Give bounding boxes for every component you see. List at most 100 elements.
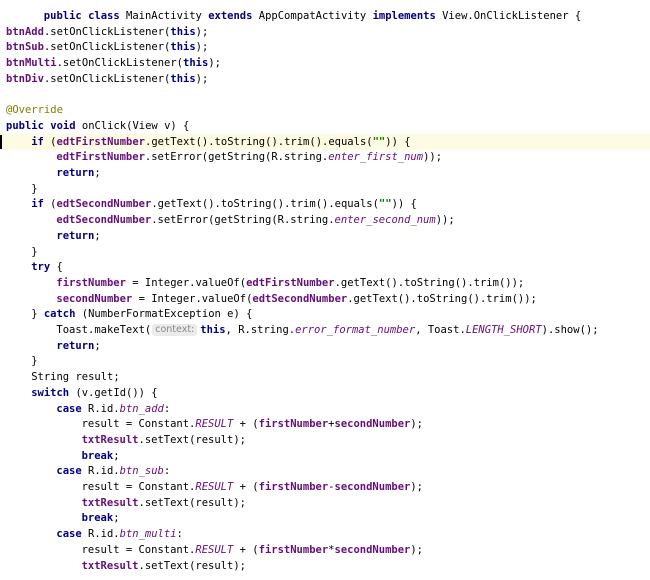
code-token: + ( [233,418,259,431]
code-line-content: btnAdd.setOnClickListener(this); [6,24,208,40]
code-line[interactable]: case R.id.btn_multi: [0,526,650,542]
code-line[interactable]: if (edtFirstNumber.getText().toString().… [0,133,650,150]
code-line[interactable]: result = Constant.RESULT + (firstNumber+… [0,416,650,432]
code-line[interactable]: txtResult.setText(result); [0,432,650,448]
code-token: (NumberFormatException e) { [75,308,253,321]
code-token: = Integer. [125,276,196,289]
code-line[interactable]: } [0,244,650,260]
code-token: secondNumber [334,481,411,493]
code-line[interactable]: if (edtSecondNumber.getText().toString()… [0,196,650,212]
code-line[interactable]: switch (v.getId()) { [0,385,650,401]
code-line[interactable]: btnMulti.setOnClickListener(this); [0,55,650,71]
code-token: txtResult [81,433,139,446]
code-token: void [50,119,76,132]
code-line-content: switch (v.getId()) { [31,385,157,401]
code-line[interactable]: txtResult.setText(result); [0,495,650,511]
code-token: } [31,245,38,258]
code-line[interactable]: @Override [0,102,650,118]
code-line[interactable]: case R.id.btn_sub: [0,463,650,479]
code-token: this [183,57,209,70]
code-token: "" [372,135,386,148]
code-line[interactable]: firstNumber = Integer.valueOf(edtFirstNu… [0,275,650,291]
code-token: extends [208,10,253,22]
code-token: RESULT [195,481,234,493]
code-token: return [56,339,95,352]
code-line[interactable]: btnSub.setOnClickListener(this); [0,39,650,55]
code-line[interactable]: case R.id.btn_add: [0,401,650,417]
code-line[interactable]: String result; [0,369,650,385]
code-line[interactable]: btnDiv.setOnClickListener(this); [0,71,650,87]
code-token: (v.getId()) { [69,386,158,399]
code-line[interactable]: break; [0,510,650,526]
code-token: valueOf [195,276,240,289]
code-token: if [31,198,44,211]
code-token: = Integer. [132,292,202,305]
code-token: secondNumber [56,292,133,305]
code-line-content: public void onClick(View v) { [6,118,189,134]
code-line[interactable]: edtSecondNumber.setError(getString(R.str… [0,212,650,228]
code-line[interactable]: return; [0,228,650,244]
code-token: Toast. [56,324,95,336]
code-token: ; [94,339,101,352]
code-token: case [56,528,82,541]
code-token: valueOf [201,292,247,305]
code-line[interactable]: } catch (NumberFormatException e) { [0,306,650,322]
code-token: result = Constant. [81,418,196,431]
code-line[interactable]: } [0,181,650,197]
code-line[interactable]: result = Constant.RESULT + (firstNumber-… [0,479,650,495]
code-token: edtFirstNumber [246,276,335,289]
code-line[interactable]: return; [0,165,650,181]
code-token: .getText().toString().trim().equals( [151,198,379,211]
code-line-content: if (edtSecondNumber.getText().toString()… [31,196,417,212]
code-token: btnMulti [6,57,57,70]
code-token: btn_add [119,402,164,415]
code-line[interactable]: public class MainActivity extends AppCom… [0,8,650,24]
code-line[interactable]: public void onClick(View v) { [0,118,650,134]
code-token: secondNumber [334,543,411,556]
code-line-content: case R.id.btn_multi: [56,526,182,542]
code-line[interactable]: return; [0,338,650,354]
code-line[interactable] [0,87,650,103]
code-token: break [81,449,114,462]
code-line[interactable]: break; [0,448,650,464]
code-token: RESULT [195,543,234,556]
code-token: ); [410,481,424,493]
code-token: MainActivity [119,10,209,22]
code-line[interactable]: try { [0,259,650,275]
code-token: implements [372,10,436,22]
code-line-content: result = Constant.RESULT + (firstNumber*… [82,542,423,558]
code-token: ); [195,72,209,85]
code-editor[interactable]: public class MainActivity extends AppCom… [0,0,650,580]
code-token: ; [113,512,120,525]
code-token: ; [94,229,101,242]
code-token: )) { [385,135,411,148]
code-token: + ( [233,543,259,556]
code-line[interactable]: } [0,353,650,369]
code-line[interactable]: btnAdd.setOnClickListener(this); [0,24,650,40]
code-token: firstNumber [56,276,126,289]
code-token: edtFirstNumber [56,135,146,148]
code-token: break [81,512,114,525]
code-line-content: txtResult.setText(result); [82,432,246,448]
code-token: } [31,355,38,368]
code-line[interactable]: result = Constant.RESULT + (firstNumber*… [0,542,650,558]
code-token: ( [43,198,57,211]
code-token: .getText().toString().trim().equals( [145,135,373,148]
code-token: edtSecondNumber [252,292,348,305]
code-token: LENGTH_SHORT [465,324,542,336]
code-line-content: secondNumber = Integer.valueOf(edtSecond… [56,291,536,307]
code-line-content: @Override [6,102,63,118]
code-line[interactable]: Toast.makeText(context: this, R.string.er… [0,322,650,338]
code-line[interactable]: edtFirstNumber.setError(getString(R.stri… [0,149,650,165]
code-token: R.id. [81,465,120,478]
code-token: { [50,261,63,274]
code-line-content: txtResult.setText(result); [82,495,246,511]
code-line-content: break; [82,510,120,526]
code-token: btn_multi [119,528,177,541]
code-line[interactable]: secondNumber = Integer.valueOf(edtSecond… [0,291,650,307]
code-line[interactable]: txtResult.setText(result); [0,558,650,574]
code-token: + ( [233,481,259,493]
code-token: this [170,25,196,38]
code-token: .setText(result); [138,496,246,509]
code-token: btnAdd [6,25,44,38]
